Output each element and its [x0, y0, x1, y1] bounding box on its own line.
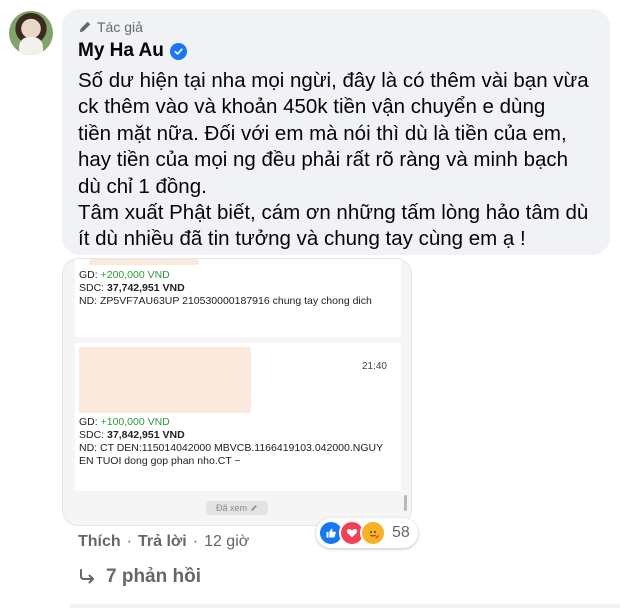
action-separator: · — [126, 533, 132, 550]
author-avatar[interactable] — [9, 11, 53, 55]
sdc-amount: 37,742,951 VND — [107, 282, 185, 294]
comment-text: Số dư hiện tại nha mọi ngừi, đây là có t… — [78, 68, 608, 253]
verified-icon — [169, 42, 187, 60]
sdc-amount: 37,842,951 VND — [107, 429, 185, 441]
view-replies-button[interactable]: 7 phản hồi — [78, 566, 201, 588]
attached-screenshot[interactable]: GD: +200,000 VND SDC: 37,742,951 VND ND:… — [62, 258, 412, 526]
gd-amount: +200,000 VND — [100, 269, 170, 281]
care-reaction-icon — [360, 520, 386, 546]
reply-button[interactable]: Trả lời — [138, 533, 187, 551]
reactions-summary[interactable]: 58 — [316, 518, 418, 548]
pencil-icon — [251, 505, 257, 511]
like-button[interactable]: Thích — [78, 533, 121, 551]
comment-line: tiền mặt nữa. Đối với em mà nói thì dù l… — [78, 121, 567, 145]
message-time: 21:40 — [361, 361, 387, 372]
comment-line: ít dù nhiều đã tin tưởng và chung tay cù… — [78, 227, 526, 251]
comment-line: Số dư hiện tại nha mọi ngừi, đây là có t… — [78, 69, 589, 92]
comment-timestamp[interactable]: 12 giờ — [204, 533, 249, 551]
redacted-area — [79, 347, 251, 413]
redacted-area — [89, 259, 199, 265]
nd-line: ND: ZP5VF7AU63UP 210530000187916 chung t… — [79, 295, 372, 307]
pen-icon — [79, 21, 91, 33]
comment-actions: Thích · Trả lời · 12 giờ — [78, 533, 249, 551]
seen-label: Đã xem — [215, 503, 247, 513]
reaction-count: 58 — [392, 524, 410, 541]
nd-line: EN TUOI dong gop phan nho.CT ~ — [79, 455, 241, 467]
author-badge-label: Tác giả — [97, 19, 143, 35]
comment-line: hay tiền của mọi ng đều phải rất rõ ràng… — [78, 148, 569, 172]
divider — [70, 604, 620, 608]
comment-line: dù chỉ 1 đồng. — [78, 174, 207, 198]
avatar-figure — [19, 37, 43, 55]
comment-line: Tâm xuất Phật biết, cám ơn những tấm lòn… — [78, 201, 589, 225]
reply-arrow-icon — [80, 569, 94, 584]
replies-label: 7 phản hồi — [106, 566, 201, 587]
bank-message: 21:40 GD: +100,000 VND SDC: 37,842,951 V… — [75, 343, 401, 491]
scrollbar[interactable] — [404, 495, 407, 511]
gd-amount: +100,000 VND — [100, 416, 170, 428]
author-name-row: My Ha Au — [78, 40, 187, 62]
seen-indicator: Đã xem — [206, 501, 268, 515]
bank-message: GD: +200,000 VND SDC: 37,742,951 VND ND:… — [75, 259, 401, 337]
comment-line: ck thêm vào và khoản 450k tiền vận chuyể… — [78, 95, 546, 119]
action-separator: · — [192, 533, 199, 550]
author-name[interactable]: My Ha Au — [78, 40, 164, 62]
author-badge: Tác giả — [78, 19, 143, 35]
